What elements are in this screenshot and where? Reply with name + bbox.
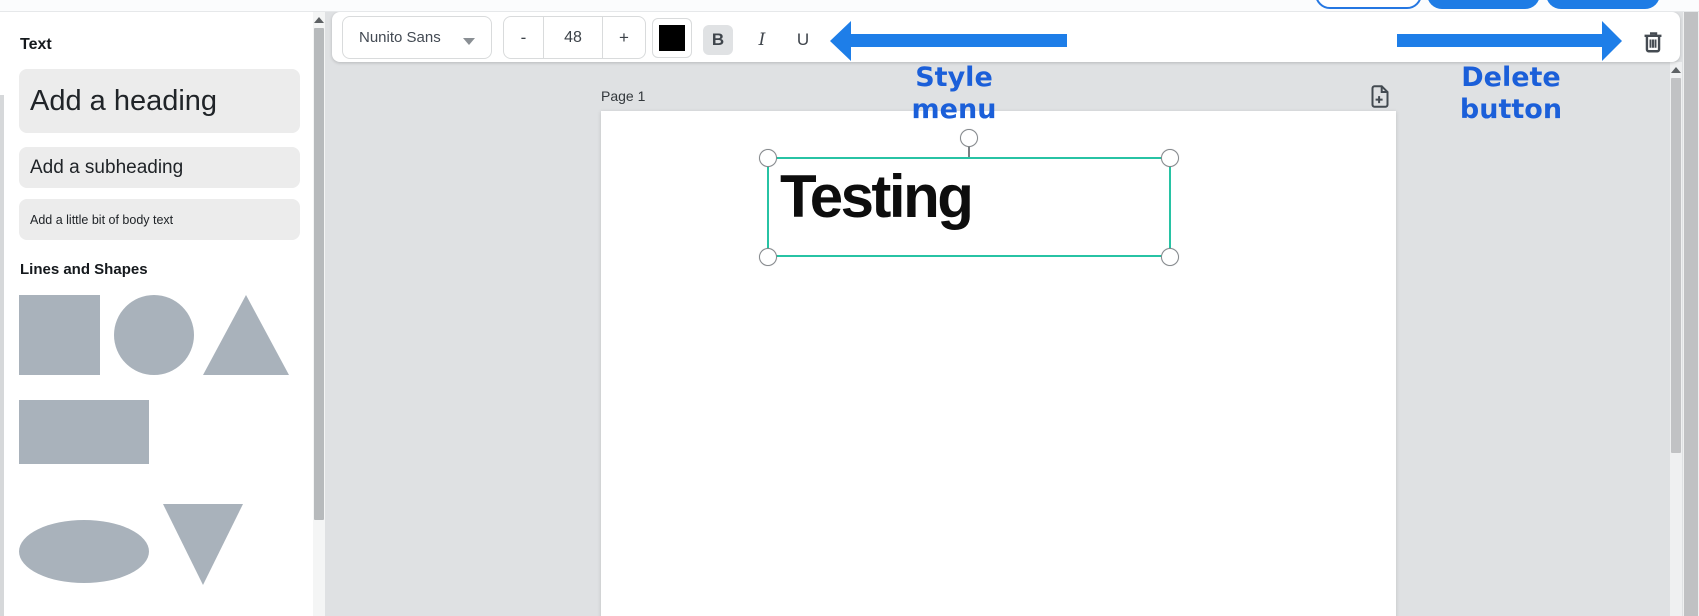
ellipse-shape-item[interactable] — [19, 520, 149, 583]
add-page-icon[interactable] — [1370, 85, 1390, 113]
add-heading-label: Add a heading — [30, 84, 218, 117]
underline-button[interactable]: U — [788, 25, 818, 55]
window-scrollbar[interactable] — [1683, 0, 1699, 616]
add-subheading-label: Add a subheading — [30, 156, 184, 178]
page-label: Page 1 — [601, 88, 646, 104]
resize-handle-top-left[interactable] — [759, 149, 777, 167]
square-shape-item[interactable] — [19, 295, 100, 375]
canvas-scrollbar-thumb[interactable] — [1671, 78, 1681, 453]
trash-icon — [1644, 31, 1662, 52]
shapes-section-title: Lines and Shapes — [20, 261, 148, 278]
add-heading-button[interactable]: Add a heading — [19, 69, 300, 133]
sidebar-scrollbar-thumb[interactable] — [314, 28, 324, 520]
style-menu-annotation-line2: menu — [911, 94, 997, 125]
add-subheading-button[interactable]: Add a subheading — [19, 147, 300, 188]
rotate-handle[interactable] — [960, 129, 978, 147]
canvas-scrollbar-track[interactable] — [1670, 62, 1682, 616]
top-bar-partial — [0, 0, 1699, 12]
increase-font-size-button[interactable]: + — [602, 17, 645, 58]
rotate-handle-stem — [968, 146, 970, 157]
resize-handle-top-right[interactable] — [1161, 149, 1179, 167]
header-blue-button-partial-2[interactable] — [1546, 0, 1660, 9]
canvas-scrollbar-up-arrow[interactable] — [1671, 67, 1681, 73]
resize-handle-bottom-right[interactable] — [1161, 248, 1179, 266]
delete-button-annotation-line1: Delete — [1461, 62, 1561, 93]
sidebar-scrollbar-track[interactable] — [313, 12, 325, 616]
delete-button-arrow-icon — [1397, 21, 1622, 61]
add-body-text-label: Add a little bit of body text — [30, 212, 174, 227]
triangle-shape-item[interactable] — [203, 295, 289, 375]
delete-button-annotation-line2: button — [1459, 94, 1563, 125]
italic-button[interactable]: I — [747, 25, 777, 55]
window-scrollbar-thumb[interactable] — [1684, 0, 1698, 616]
header-outline-button-partial[interactable] — [1315, 0, 1422, 9]
circle-shape-item[interactable] — [114, 295, 194, 375]
font-size-control: - 48 + — [503, 16, 646, 59]
header-blue-button-partial-1[interactable] — [1427, 0, 1540, 9]
add-body-text-button[interactable]: Add a little bit of body text — [19, 199, 300, 240]
decrease-font-size-button[interactable]: - — [504, 17, 544, 58]
sidebar-scrollbar-up-arrow[interactable] — [314, 17, 324, 23]
bold-button[interactable]: B — [703, 25, 733, 55]
style-menu-arrow-icon — [830, 21, 1067, 61]
inverted-triangle-shape-item[interactable] — [163, 504, 243, 585]
chevron-down-icon — [463, 38, 475, 45]
font-family-select[interactable]: Nunito Sans — [342, 16, 492, 59]
text-color-button[interactable] — [652, 18, 692, 58]
rectangle-shape-item[interactable] — [19, 400, 149, 464]
delete-button-annotation: Delete button — [1411, 62, 1611, 126]
font-size-value[interactable]: 48 — [544, 17, 602, 58]
text-section-title: Text — [20, 36, 52, 53]
selection-bounding-box[interactable] — [767, 157, 1171, 257]
style-menu-annotation-line1: Style — [915, 62, 993, 93]
sidebar-left-rail — [0, 95, 4, 616]
font-family-value: Nunito Sans — [359, 29, 441, 46]
text-color-swatch — [659, 25, 685, 51]
elements-sidebar: Text Add a heading Add a subheading Add … — [0, 12, 313, 616]
style-menu-annotation: Style menu — [854, 62, 1054, 126]
resize-handle-bottom-left[interactable] — [759, 248, 777, 266]
delete-element-button[interactable] — [1637, 26, 1669, 56]
design-editor-app: Text Add a heading Add a subheading Add … — [0, 0, 1699, 616]
